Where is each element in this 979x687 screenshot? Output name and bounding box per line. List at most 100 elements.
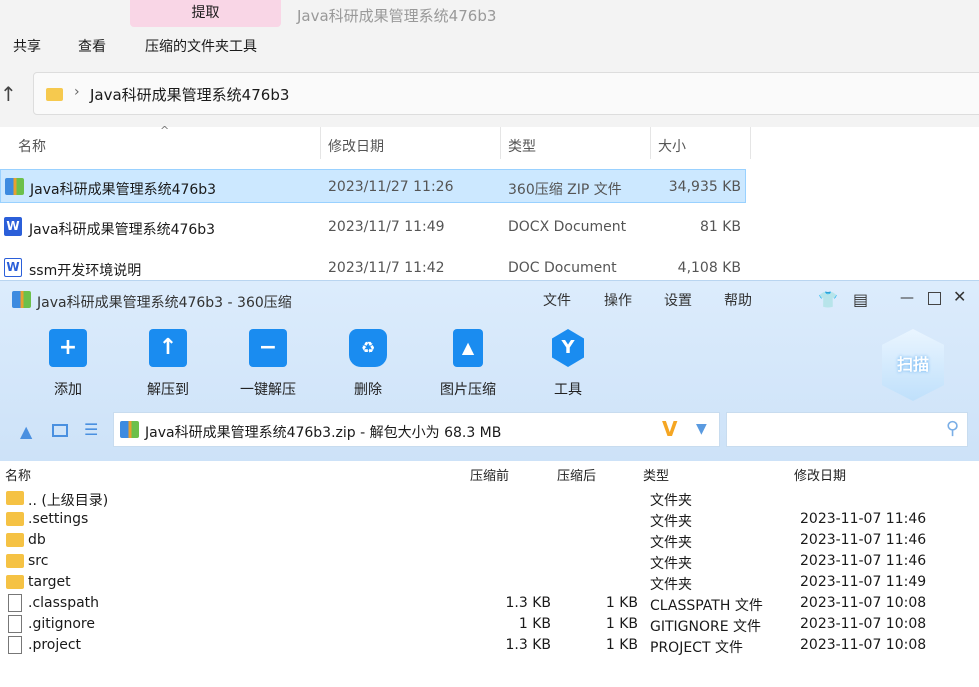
zip-window: Java科研成果管理系统476b3 - 360压缩 文件 操作 设置 帮助 👕 … bbox=[0, 280, 979, 687]
menu-view[interactable]: 查看 bbox=[78, 36, 106, 56]
entry-name: .classpath bbox=[28, 595, 100, 611]
file-date: 2023/11/7 11:49 bbox=[328, 219, 445, 235]
col-name[interactable]: 名称 bbox=[5, 465, 31, 484]
entry-type: 文件夹 bbox=[650, 514, 692, 530]
col-type[interactable]: 类型 bbox=[643, 465, 669, 484]
entry-date: 2023-11-07 11:46 bbox=[800, 532, 927, 548]
entry-date: 2023-11-07 10:08 bbox=[800, 616, 927, 632]
file-icon bbox=[8, 594, 22, 612]
menu-file[interactable]: 文件 bbox=[543, 290, 571, 310]
zip-icon bbox=[5, 178, 24, 195]
archive-row[interactable]: .gitignore 1 KB 1 KB GITIGNORE 文件 2023-1… bbox=[0, 614, 979, 635]
app-icon bbox=[12, 291, 31, 308]
list-view-icon[interactable]: ☰ bbox=[84, 420, 98, 439]
zip-address-bar[interactable]: Java科研成果管理系统476b3.zip - 解包大小为 68.3 MB V … bbox=[113, 412, 720, 447]
col-date[interactable]: 修改日期 bbox=[794, 465, 846, 484]
file-date: 2023/11/27 11:26 bbox=[328, 179, 454, 195]
file-name: ssm开发环境说明 bbox=[29, 263, 142, 279]
feedback-icon[interactable]: ▤ bbox=[853, 290, 868, 309]
v-logo-icon: V bbox=[662, 417, 678, 441]
file-size: 81 KB bbox=[699, 219, 741, 235]
one-click-extract-button[interactable]: − 一键解压 bbox=[228, 329, 308, 399]
entry-type: PROJECT 文件 bbox=[650, 640, 743, 656]
menu-help[interactable]: 帮助 bbox=[724, 290, 752, 310]
entry-date: 2023-11-07 11:49 bbox=[800, 574, 927, 590]
search-input[interactable]: ⚲ bbox=[726, 412, 968, 447]
archive-row[interactable]: .settings 文件夹 2023-11-07 11:46 bbox=[0, 509, 979, 530]
entry-name: .settings bbox=[28, 511, 89, 527]
archive-row[interactable]: .project 1.3 KB 1 KB PROJECT 文件 2023-11-… bbox=[0, 635, 979, 656]
chevron-right-icon: › bbox=[74, 84, 80, 100]
entry-type: 文件夹 bbox=[650, 556, 692, 572]
file-size: 4,108 KB bbox=[677, 260, 741, 276]
address-bar[interactable]: › Java科研成果管理系统476b3 bbox=[33, 72, 979, 115]
entry-name: .. (上级目录) bbox=[28, 493, 109, 509]
folder-icon bbox=[46, 88, 63, 101]
col-size[interactable]: 大小 bbox=[658, 136, 686, 156]
skin-icon[interactable]: 👕 bbox=[818, 290, 838, 309]
size-after: 1 KB bbox=[605, 637, 638, 653]
file-row[interactable]: Java科研成果管理系统476b3 2023/11/27 11:26 360压缩… bbox=[0, 169, 746, 203]
size-before: 1 KB bbox=[518, 616, 551, 632]
entry-name: .project bbox=[28, 637, 82, 653]
folder-icon bbox=[6, 554, 24, 568]
image-icon: ▲ bbox=[453, 329, 483, 367]
col-date[interactable]: 修改日期 bbox=[328, 136, 384, 156]
file-size: 34,935 KB bbox=[668, 179, 741, 195]
ribbon-tab-extract[interactable]: 提取 bbox=[130, 0, 281, 27]
col-after[interactable]: 压缩后 bbox=[557, 465, 596, 484]
file-row[interactable]: W Java科研成果管理系统476b3 2023/11/7 11:49 DOCX… bbox=[0, 210, 746, 244]
window-title: Java科研成果管理系统476b3 bbox=[297, 7, 497, 25]
maximize-icon[interactable] bbox=[928, 292, 941, 305]
close-icon[interactable]: ✕ bbox=[953, 287, 966, 306]
dropdown-icon[interactable]: ▼ bbox=[696, 421, 707, 437]
minimize-icon[interactable]: — bbox=[900, 290, 914, 306]
zip-icon bbox=[120, 421, 139, 438]
word-icon: W bbox=[4, 258, 22, 277]
delete-button[interactable]: ♻ 删除 bbox=[328, 329, 408, 399]
entry-type: 文件夹 bbox=[650, 493, 692, 509]
recycle-icon: ♻ bbox=[349, 329, 387, 367]
entry-name: .gitignore bbox=[28, 616, 95, 632]
divider bbox=[500, 127, 501, 159]
divider bbox=[320, 127, 321, 159]
archive-row[interactable]: src 文件夹 2023-11-07 11:46 bbox=[0, 551, 979, 572]
col-before[interactable]: 压缩前 bbox=[470, 465, 509, 484]
col-type[interactable]: 类型 bbox=[508, 136, 536, 156]
size-after: 1 KB bbox=[605, 595, 638, 611]
image-compress-button[interactable]: ▲ 图片压缩 bbox=[428, 329, 508, 399]
archive-row[interactable]: .. (上级目录) 文件夹 bbox=[0, 488, 979, 509]
size-before: 1.3 KB bbox=[505, 595, 552, 611]
file-date: 2023/11/7 11:42 bbox=[328, 260, 445, 276]
col-name[interactable]: 名称 bbox=[18, 136, 46, 156]
archive-row[interactable]: target 文件夹 2023-11-07 11:49 bbox=[0, 572, 979, 593]
word-icon: W bbox=[4, 217, 22, 236]
up-arrow-icon[interactable]: ↑ bbox=[0, 82, 17, 106]
extract-icon: ↑ bbox=[149, 329, 187, 367]
menu-share[interactable]: 共享 bbox=[13, 36, 41, 56]
file-name: Java科研成果管理系统476b3 bbox=[29, 222, 216, 238]
folder-icon bbox=[6, 491, 24, 505]
up-level-icon[interactable]: ▲ bbox=[20, 422, 32, 441]
extract-to-button[interactable]: ↑ 解压到 bbox=[128, 329, 208, 399]
entry-type: CLASSPATH 文件 bbox=[650, 598, 763, 614]
add-button[interactable]: + 添加 bbox=[28, 329, 108, 399]
address-path: Java科研成果管理系统476b3 bbox=[90, 86, 290, 104]
tools-button[interactable]: Y 工具 bbox=[528, 329, 608, 399]
one-click-extract-icon: − bbox=[249, 329, 287, 367]
menu-compressed-tools[interactable]: 压缩的文件夹工具 bbox=[145, 36, 257, 56]
entry-date: 2023-11-07 11:46 bbox=[800, 553, 927, 569]
archive-row[interactable]: db 文件夹 2023-11-07 11:46 bbox=[0, 530, 979, 551]
folder-icon bbox=[6, 575, 24, 589]
menu-settings[interactable]: 设置 bbox=[664, 290, 692, 310]
archive-row[interactable]: .classpath 1.3 KB 1 KB CLASSPATH 文件 2023… bbox=[0, 593, 979, 614]
file-name: Java科研成果管理系统476b3 bbox=[30, 182, 217, 198]
size-before: 1.3 KB bbox=[505, 637, 552, 653]
zip-address-text: Java科研成果管理系统476b3.zip - 解包大小为 68.3 MB bbox=[145, 425, 502, 441]
menu-operate[interactable]: 操作 bbox=[604, 290, 632, 310]
entry-date: 2023-11-07 11:46 bbox=[800, 511, 927, 527]
entry-name: db bbox=[28, 532, 46, 548]
file-type: DOCX Document bbox=[508, 219, 627, 235]
entry-date: 2023-11-07 10:08 bbox=[800, 595, 927, 611]
thumbnail-view-icon[interactable] bbox=[52, 424, 68, 437]
